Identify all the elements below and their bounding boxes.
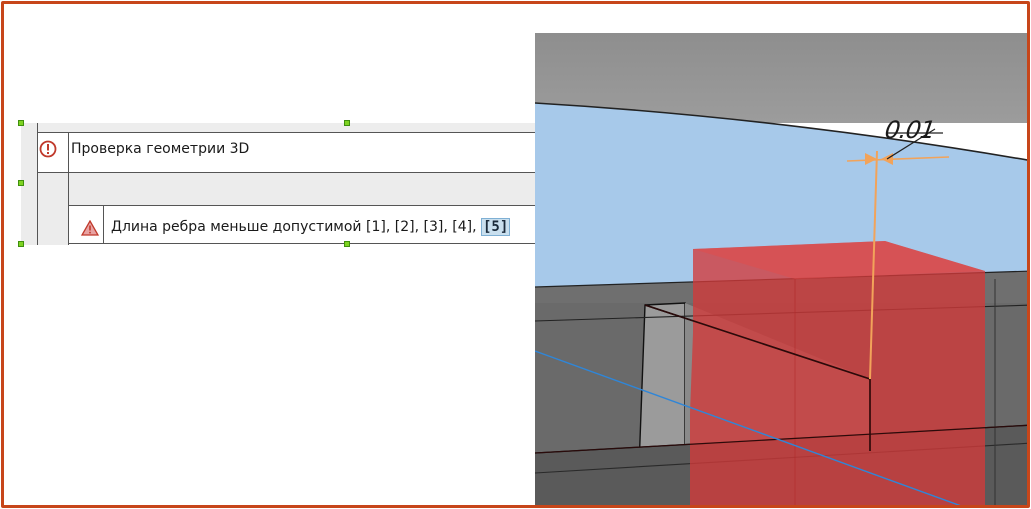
warning-triangle-icon — [80, 219, 100, 236]
resize-handle-top-left[interactable] — [18, 120, 24, 126]
dimension-label: 0.01 — [883, 116, 937, 144]
resize-handle-top-middle[interactable] — [344, 120, 350, 126]
edge-ref-3[interactable]: [3] — [423, 219, 443, 235]
edge-ref-4[interactable]: [4] — [452, 219, 472, 235]
check-title: Проверка геометрии 3D — [71, 141, 250, 157]
error-message: Длина ребра меньше допустимой — [111, 219, 362, 235]
resize-handle-middle-left[interactable] — [18, 180, 24, 186]
edge-ref-2[interactable]: [2] — [395, 219, 415, 235]
info-circle-icon — [39, 140, 57, 158]
edge-ref-5-selected[interactable]: [5] — [480, 218, 511, 236]
error-message-row: Длина ребра меньше допустимой [1], [2], … — [111, 218, 511, 236]
3d-scene — [534, 33, 1027, 505]
screenshot-frame: Проверка геометрии 3D Длина ребра меньше… — [1, 1, 1030, 508]
resize-handle-bottom-left[interactable] — [18, 241, 24, 247]
edge-ref-1[interactable]: [1] — [366, 219, 386, 235]
3d-viewport[interactable]: 0.01 — [534, 33, 1027, 505]
resize-handle-bottom-middle[interactable] — [344, 241, 350, 247]
